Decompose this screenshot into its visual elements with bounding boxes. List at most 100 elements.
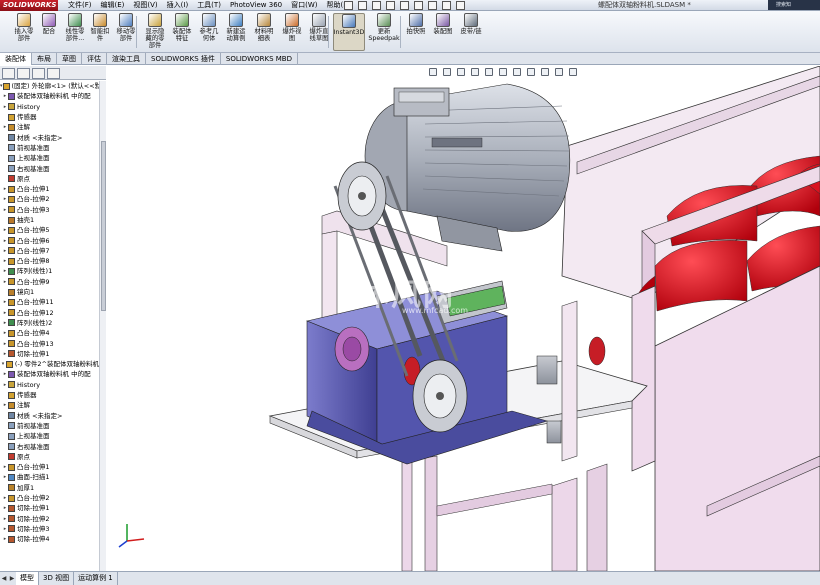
display-style-icon[interactable] — [513, 68, 521, 76]
configuration-manager-tab-icon[interactable] — [32, 68, 45, 79]
menu-photoview[interactable]: PhotoView 360 — [230, 0, 282, 11]
search-input[interactable]: 搜索知 — [768, 0, 820, 10]
command-linear-pattern-button[interactable]: 线性零 部件... — [62, 13, 88, 51]
undo-icon[interactable] — [400, 1, 409, 10]
tab-3[interactable]: 评估 — [82, 53, 107, 65]
tab-0[interactable]: 装配体 — [0, 53, 32, 65]
command-assembly-feature-button[interactable]: 装配体 特征 — [170, 13, 194, 51]
command-reference-geometry-button[interactable]: 参考几 何体 — [196, 13, 222, 51]
view-orientation-icon[interactable] — [499, 68, 507, 76]
tree-item[interactable]: ▸ 凸台-拉伸8 — [0, 256, 99, 266]
tree-item[interactable]: ▾ (固定) 外轮廓<1> (默认<<默 — [0, 81, 99, 91]
tree-item[interactable]: ▸ 曲面-扫描1 — [0, 472, 99, 482]
view-settings-icon[interactable] — [569, 68, 577, 76]
command-instant3d-button[interactable]: Instant3D — [333, 13, 365, 51]
scene-icon[interactable] — [555, 68, 563, 76]
tree-item[interactable]: ▸ 凸台-拉伸13 — [0, 338, 99, 348]
tree-item[interactable]: 原点 — [0, 452, 99, 462]
tree-item[interactable]: 镜向1 — [0, 287, 99, 297]
tree-item[interactable]: 前视基准面 — [0, 143, 99, 153]
select-icon[interactable] — [414, 1, 423, 10]
command-insert-component-button[interactable]: 插入零 部件 — [12, 13, 36, 51]
tree-item[interactable]: ▸ 注解 — [0, 400, 99, 410]
feature-tree-scrollbar[interactable] — [99, 81, 106, 571]
tree-item[interactable]: ▸ 凸台-拉伸4 — [0, 328, 99, 338]
tree-item[interactable]: ▸ 凸台-拉伸11 — [0, 297, 99, 307]
hide-show-icon[interactable] — [527, 68, 535, 76]
tree-item[interactable]: ▸ 凸台-拉伸6 — [0, 235, 99, 245]
tree-item[interactable]: 材质 <未指定> — [0, 132, 99, 142]
command-assembly-drawing-button[interactable]: 装配图 — [430, 13, 456, 51]
zoom-area-icon[interactable] — [443, 68, 451, 76]
open-document-icon[interactable] — [358, 1, 367, 10]
tab-model[interactable]: 模型 — [16, 572, 39, 585]
rebuild-icon[interactable] — [428, 1, 437, 10]
tree-item[interactable]: ▸ 装配体双轴粉料机 中的配 — [0, 91, 99, 101]
tree-item[interactable]: ▸ 凸台-拉伸7 — [0, 246, 99, 256]
tree-item[interactable]: 抽壳1 — [0, 215, 99, 225]
tree-item[interactable]: ▸ 凸台-拉伸1 — [0, 462, 99, 472]
command-motion-study-button[interactable]: 新建运 动算例 — [223, 13, 249, 51]
edit-appearance-icon[interactable] — [541, 68, 549, 76]
tree-item[interactable]: 右视基准面 — [0, 441, 99, 451]
tree-item[interactable]: 加厚1 — [0, 483, 99, 493]
menu-edit[interactable]: 编辑(E) — [101, 0, 125, 11]
tree-item[interactable]: 上视基准面 — [0, 153, 99, 163]
tree-item[interactable]: ▸ 切除-拉伸3 — [0, 524, 99, 534]
solidworks-logo[interactable]: SOLIDWORKS — [0, 0, 58, 11]
first-tab-icon[interactable]: ◀ — [0, 572, 8, 585]
tree-item[interactable]: ▸ 凸台-拉伸2 — [0, 194, 99, 204]
print-icon[interactable] — [386, 1, 395, 10]
tree-item[interactable]: ▸ History — [0, 102, 99, 112]
section-view-icon[interactable] — [471, 68, 479, 76]
tree-item[interactable]: 传感器 — [0, 112, 99, 122]
tab-3d-views[interactable]: 3D 视图 — [39, 572, 75, 585]
tree-item[interactable]: ▸ 阵列(线性)1 — [0, 266, 99, 276]
command-snapshot-button[interactable]: 拍快照 — [404, 13, 428, 51]
command-exploded-view-button[interactable]: 爆炸视 图 — [280, 13, 304, 51]
command-speedpak-button[interactable]: 更新 Speedpak — [368, 13, 400, 51]
tree-item[interactable]: ▸ 凸台-拉伸12 — [0, 308, 99, 318]
command-belt-chain-button[interactable]: 皮带/链 — [458, 13, 484, 51]
last-tab-icon[interactable]: ▶ — [8, 572, 16, 585]
assembly-model-view[interactable] — [107, 66, 820, 571]
command-smart-fastener-button[interactable]: 智能扣 件 — [88, 13, 112, 51]
tree-item[interactable]: 右视基准面 — [0, 163, 99, 173]
tab-2[interactable]: 草图 — [57, 53, 82, 65]
tree-item[interactable]: ▸ 注解 — [0, 122, 99, 132]
file-properties-icon[interactable] — [442, 1, 451, 10]
tree-item[interactable]: ▸ 切除-拉伸1 — [0, 503, 99, 513]
tab-4[interactable]: 渲染工具 — [107, 53, 146, 65]
property-manager-tab-icon[interactable] — [17, 68, 30, 79]
tree-item[interactable]: ▸ 凸台-拉伸3 — [0, 205, 99, 215]
scrollbar-thumb[interactable] — [101, 141, 106, 311]
menu-file[interactable]: 文件(F) — [68, 0, 92, 11]
tree-item[interactable]: ▸ 切除-拉伸1 — [0, 349, 99, 359]
previous-view-icon[interactable] — [457, 68, 465, 76]
zoom-fit-icon[interactable] — [429, 68, 437, 76]
tree-item[interactable]: ▸ 凸台-拉伸5 — [0, 225, 99, 235]
options-icon[interactable] — [456, 1, 465, 10]
menu-view[interactable]: 视图(V) — [133, 0, 157, 11]
tree-item[interactable]: ▸ 切除-拉伸4 — [0, 534, 99, 544]
tab-5[interactable]: SOLIDWORKS 插件 — [146, 53, 221, 65]
tree-item[interactable]: ▸ 凸台-拉伸1 — [0, 184, 99, 194]
tree-item[interactable]: 上视基准面 — [0, 431, 99, 441]
menu-window[interactable]: 窗口(W) — [291, 0, 317, 11]
tree-item[interactable]: ▸ 切除-拉伸2 — [0, 513, 99, 523]
tree-item[interactable]: ▸ History — [0, 380, 99, 390]
new-document-icon[interactable] — [344, 1, 353, 10]
tree-item[interactable]: 原点 — [0, 174, 99, 184]
menu-tools[interactable]: 工具(T) — [197, 0, 221, 11]
menu-insert[interactable]: 插入(I) — [167, 0, 189, 11]
command-mate-button[interactable]: 配合 — [40, 13, 58, 51]
graphics-area[interactable]: 沐风网 www.mfcad.com — [107, 66, 820, 571]
tree-item[interactable]: 前视基准面 — [0, 421, 99, 431]
tree-item[interactable]: 传感器 — [0, 390, 99, 400]
dynamic-annotation-icon[interactable] — [485, 68, 493, 76]
display-manager-tab-icon[interactable] — [47, 68, 60, 79]
tab-6[interactable]: SOLIDWORKS MBD — [221, 53, 298, 65]
tree-item[interactable]: ▸ 阵列(线性)2 — [0, 318, 99, 328]
command-bom-button[interactable]: 材料明 细表 — [251, 13, 277, 51]
tab-1[interactable]: 布局 — [32, 53, 57, 65]
